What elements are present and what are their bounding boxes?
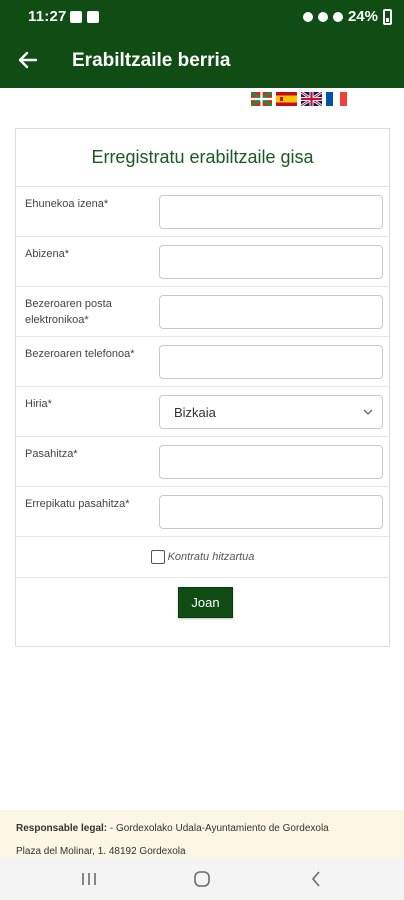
city-selected-value: Bizkaia [174,405,216,420]
form-row-last-name: Abizena* [16,237,389,287]
basque-flag-icon[interactable] [251,92,272,106]
terms-label[interactable]: Kontratu hitzartua [168,551,255,563]
system-nav-bar [0,858,404,900]
terms-row: Kontratu hitzartua [16,537,389,578]
terms-checkbox[interactable] [150,550,165,564]
status-time: 11:27 [28,8,67,25]
legal-address: Plaza del Molinar, 1. 48192 Gordexola [16,846,186,857]
arrow-left-icon [18,51,38,69]
phone-label: Bezeroaren telefonoa* [25,348,135,360]
english-flag-icon[interactable] [301,92,322,106]
spanish-flag-icon[interactable] [276,92,297,106]
first-name-label: Ehunekoa izena* [25,198,109,210]
phone-input[interactable] [159,345,383,379]
battery-icon [383,8,392,25]
repeat-password-label: Errepikatu pasahitza* [25,498,130,510]
status-bar: 11:27 24% [0,0,404,34]
legal-footer: Responsable legal: - Gordexolako Udala-A… [0,810,404,858]
form-row-city: Hiria* Bizkaia [16,387,389,437]
form-row-first-name: Ehunekoa izena* [16,187,389,237]
vibrate-icon [302,11,313,22]
form-row-phone: Bezeroaren telefonoa* [16,337,389,387]
legal-text: - Gordexolako Udala-Ayuntamiento de Gord… [107,823,329,834]
status-indicators: 24% [302,8,392,25]
legal-label: Responsable legal: [16,823,108,834]
last-name-input[interactable] [159,245,383,279]
city-select[interactable]: Bizkaia [159,395,383,429]
french-flag-icon[interactable] [326,92,347,106]
battery-percent: 24% [347,8,378,25]
submit-button[interactable]: Joan [178,587,233,618]
password-input[interactable] [159,445,383,479]
form-title: Erregistratu erabiltzaile gisa [16,129,389,187]
registration-form: Erregistratu erabiltzaile gisa Ehunekoa … [15,128,390,647]
home-button[interactable] [190,867,214,891]
form-row-repeat-password: Errepikatu pasahitza* [16,487,389,537]
recent-apps-icon [82,873,96,885]
mute-icon [317,11,328,22]
back-button[interactable] [14,46,42,74]
system-back-button[interactable] [304,867,328,891]
password-label: Pasahitza* [25,448,78,460]
last-name-label: Abizena* [25,248,70,260]
legal-info: Responsable legal: - Gordexolako Udala-A… [16,823,329,834]
form-row-password: Pasahitza* [16,437,389,487]
recent-apps-button[interactable] [77,867,101,891]
first-name-input[interactable] [159,195,383,229]
home-icon [194,871,210,887]
repeat-password-input[interactable] [159,495,383,529]
app-notification-icon [87,11,99,23]
image-notification-icon [70,11,82,23]
email-input[interactable] [159,295,383,329]
app-bar: Erabiltzaile berria [0,34,404,88]
city-label: Hiria* [25,398,52,410]
page-title: Erabiltzaile berria [72,50,231,71]
language-selector [251,92,347,106]
chevron-down-icon [363,409,373,415]
chevron-left-icon [311,871,320,887]
email-label: Bezeroaren posta elektronikoa* [25,298,112,326]
form-row-email: Bezeroaren posta elektronikoa* [16,287,389,337]
wifi-icon [332,11,343,22]
